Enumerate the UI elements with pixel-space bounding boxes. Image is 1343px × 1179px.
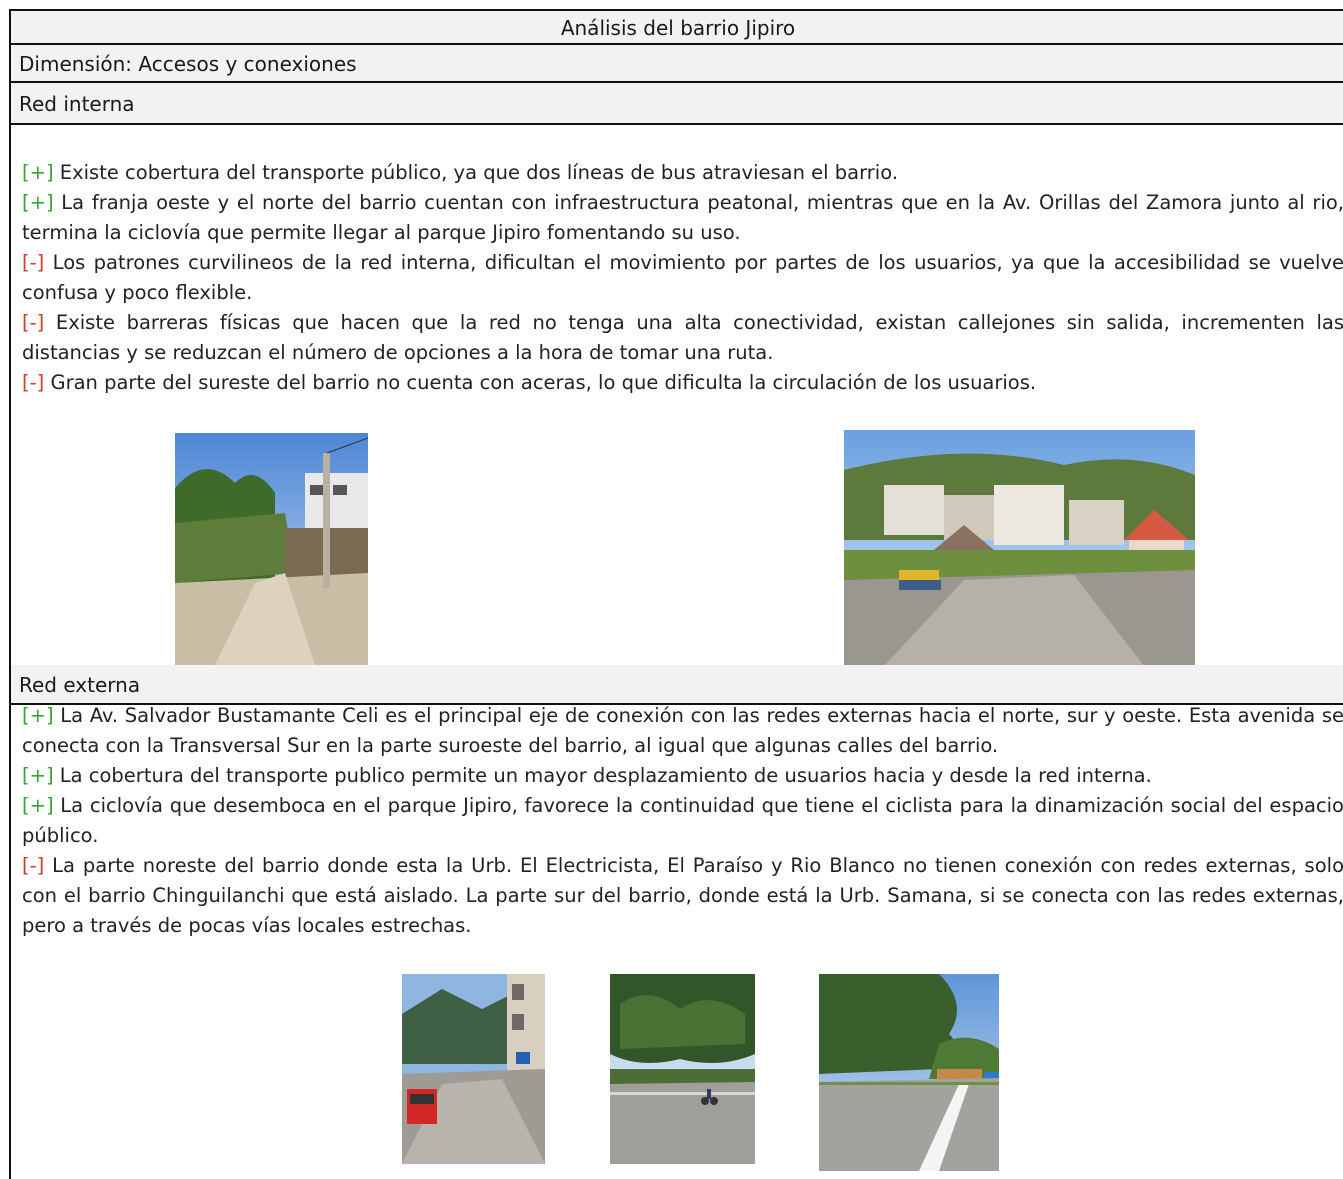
negative-marker: [-] xyxy=(22,311,45,334)
positive-marker: [+] xyxy=(22,161,54,184)
dimension-heading: Dimensión: Accesos y conexiones xyxy=(11,45,1343,83)
item-text: La ciclovía que desemboca en el parque J… xyxy=(22,794,1343,847)
item-text: Gran parte del sureste del barrio no cue… xyxy=(44,371,1037,394)
item-text: Existe cobertura del transporte público,… xyxy=(53,161,899,184)
positive-marker: [+] xyxy=(22,191,54,214)
list-item: [-] Existe barreras físicas que hacen qu… xyxy=(22,308,1343,368)
document-title: Análisis del barrio Jipiro xyxy=(11,11,1343,45)
item-text: La franja oeste y el norte del barrio cu… xyxy=(22,191,1343,244)
item-text: La cobertura del transporte publico perm… xyxy=(53,764,1152,787)
list-item: [+] La ciclovía que desemboca en el parq… xyxy=(22,791,1343,851)
item-text: La parte noreste del barrio donde esta l… xyxy=(22,854,1343,937)
section-heading-red-externa: Red externa xyxy=(11,665,1343,705)
analysis-sheet: Análisis del barrio Jipiro Dimensión: Ac… xyxy=(9,9,1343,1179)
list-item: [-] Gran parte del sureste del barrio no… xyxy=(22,368,1343,398)
negative-marker: [-] xyxy=(22,854,45,877)
photo-hillside-street xyxy=(844,430,1195,666)
photo-dirt-road xyxy=(175,433,368,665)
item-text: La Av. Salvador Bustamante Celi es el pr… xyxy=(22,704,1343,757)
red-externa-list: [+] La Av. Salvador Bustamante Celi es e… xyxy=(22,701,1343,941)
photo-road-cyclist xyxy=(610,974,755,1164)
section-heading-red-interna: Red interna xyxy=(11,83,1343,125)
positive-marker: [+] xyxy=(22,794,54,817)
red-interna-list: [+] Existe cobertura del transporte públ… xyxy=(22,158,1343,398)
negative-marker: [-] xyxy=(22,251,45,274)
list-item: [+] Existe cobertura del transporte públ… xyxy=(22,158,1343,188)
negative-marker: [-] xyxy=(22,371,45,394)
list-item: [+] La franja oeste y el norte del barri… xyxy=(22,188,1343,248)
item-text: Existe barreras físicas que hacen que la… xyxy=(22,311,1343,364)
list-item: [+] La cobertura del transporte publico … xyxy=(22,761,1343,791)
item-text: Los patrones curvilineos de la red inter… xyxy=(22,251,1343,304)
photo-wide-road-tree xyxy=(819,974,999,1171)
positive-marker: [+] xyxy=(22,704,54,727)
photo-avenue-bus xyxy=(402,974,545,1164)
positive-marker: [+] xyxy=(22,764,54,787)
list-item: [+] La Av. Salvador Bustamante Celi es e… xyxy=(22,701,1343,761)
list-item: [-] Los patrones curvilineos de la red i… xyxy=(22,248,1343,308)
list-item: [-] La parte noreste del barrio donde es… xyxy=(22,851,1343,941)
